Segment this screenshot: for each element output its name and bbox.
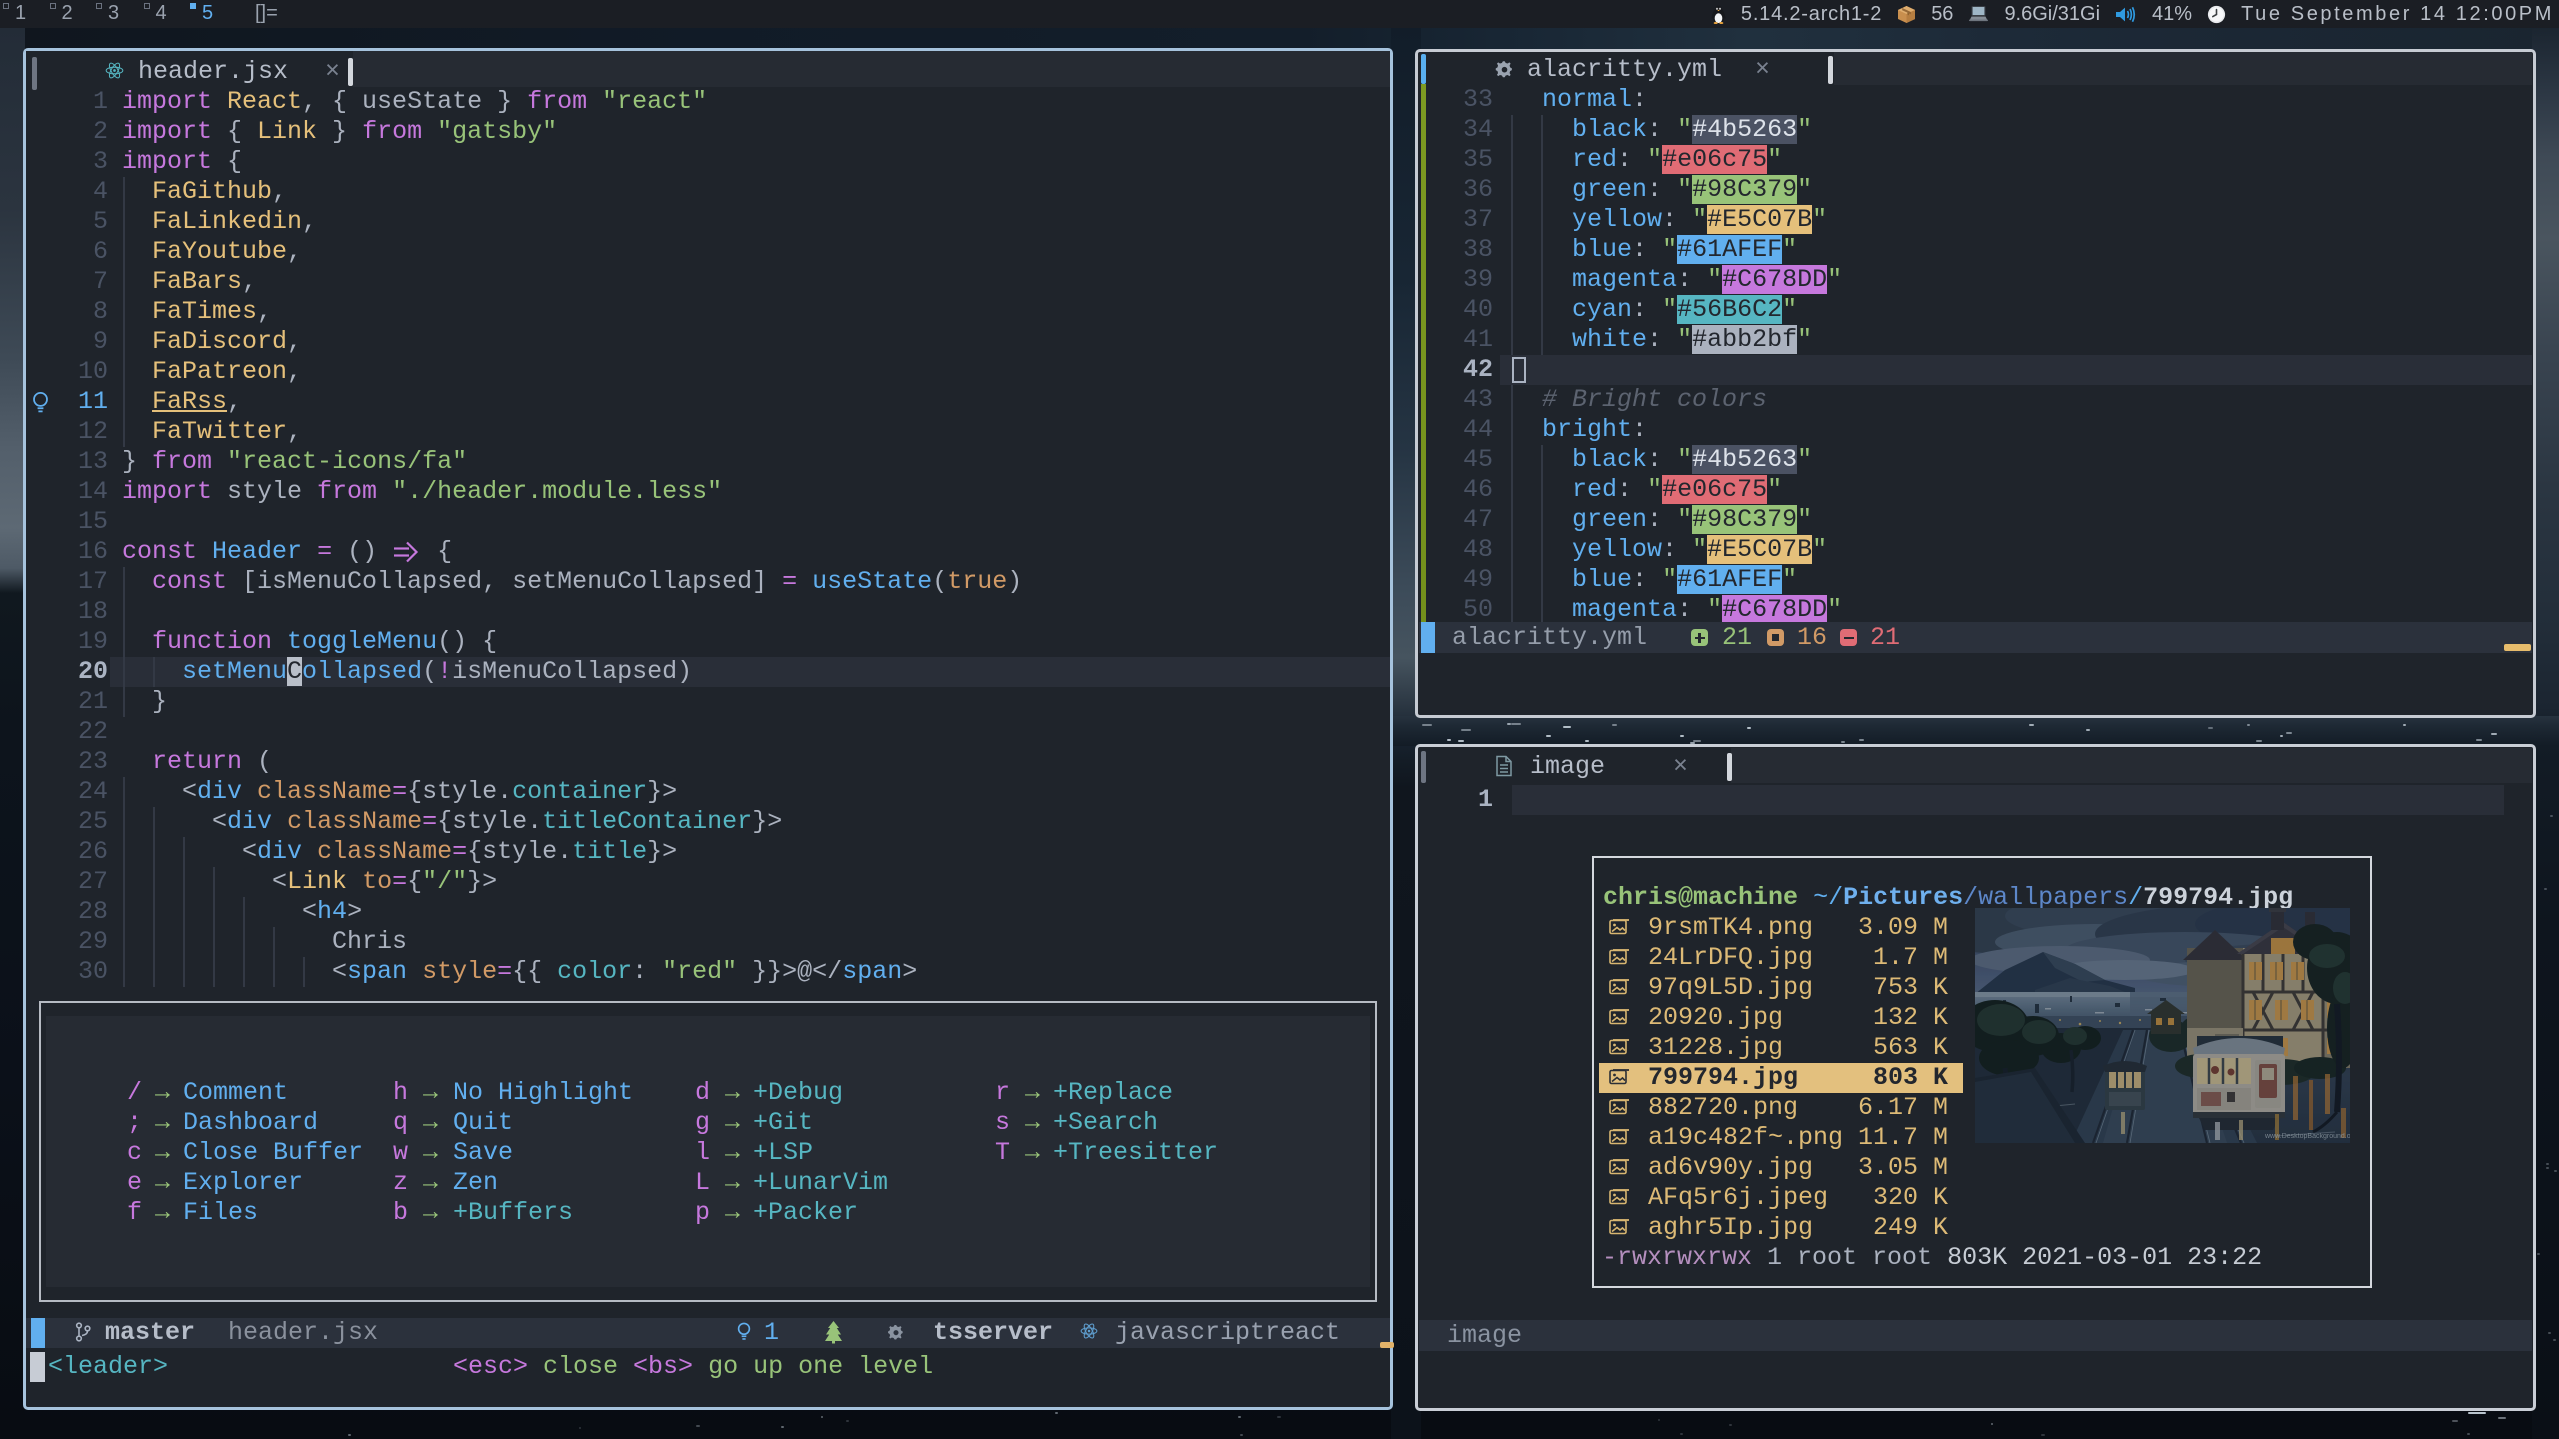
svg-text:www.DesktopBackground.org: www.DesktopBackground.org [2264, 1133, 2350, 1140]
